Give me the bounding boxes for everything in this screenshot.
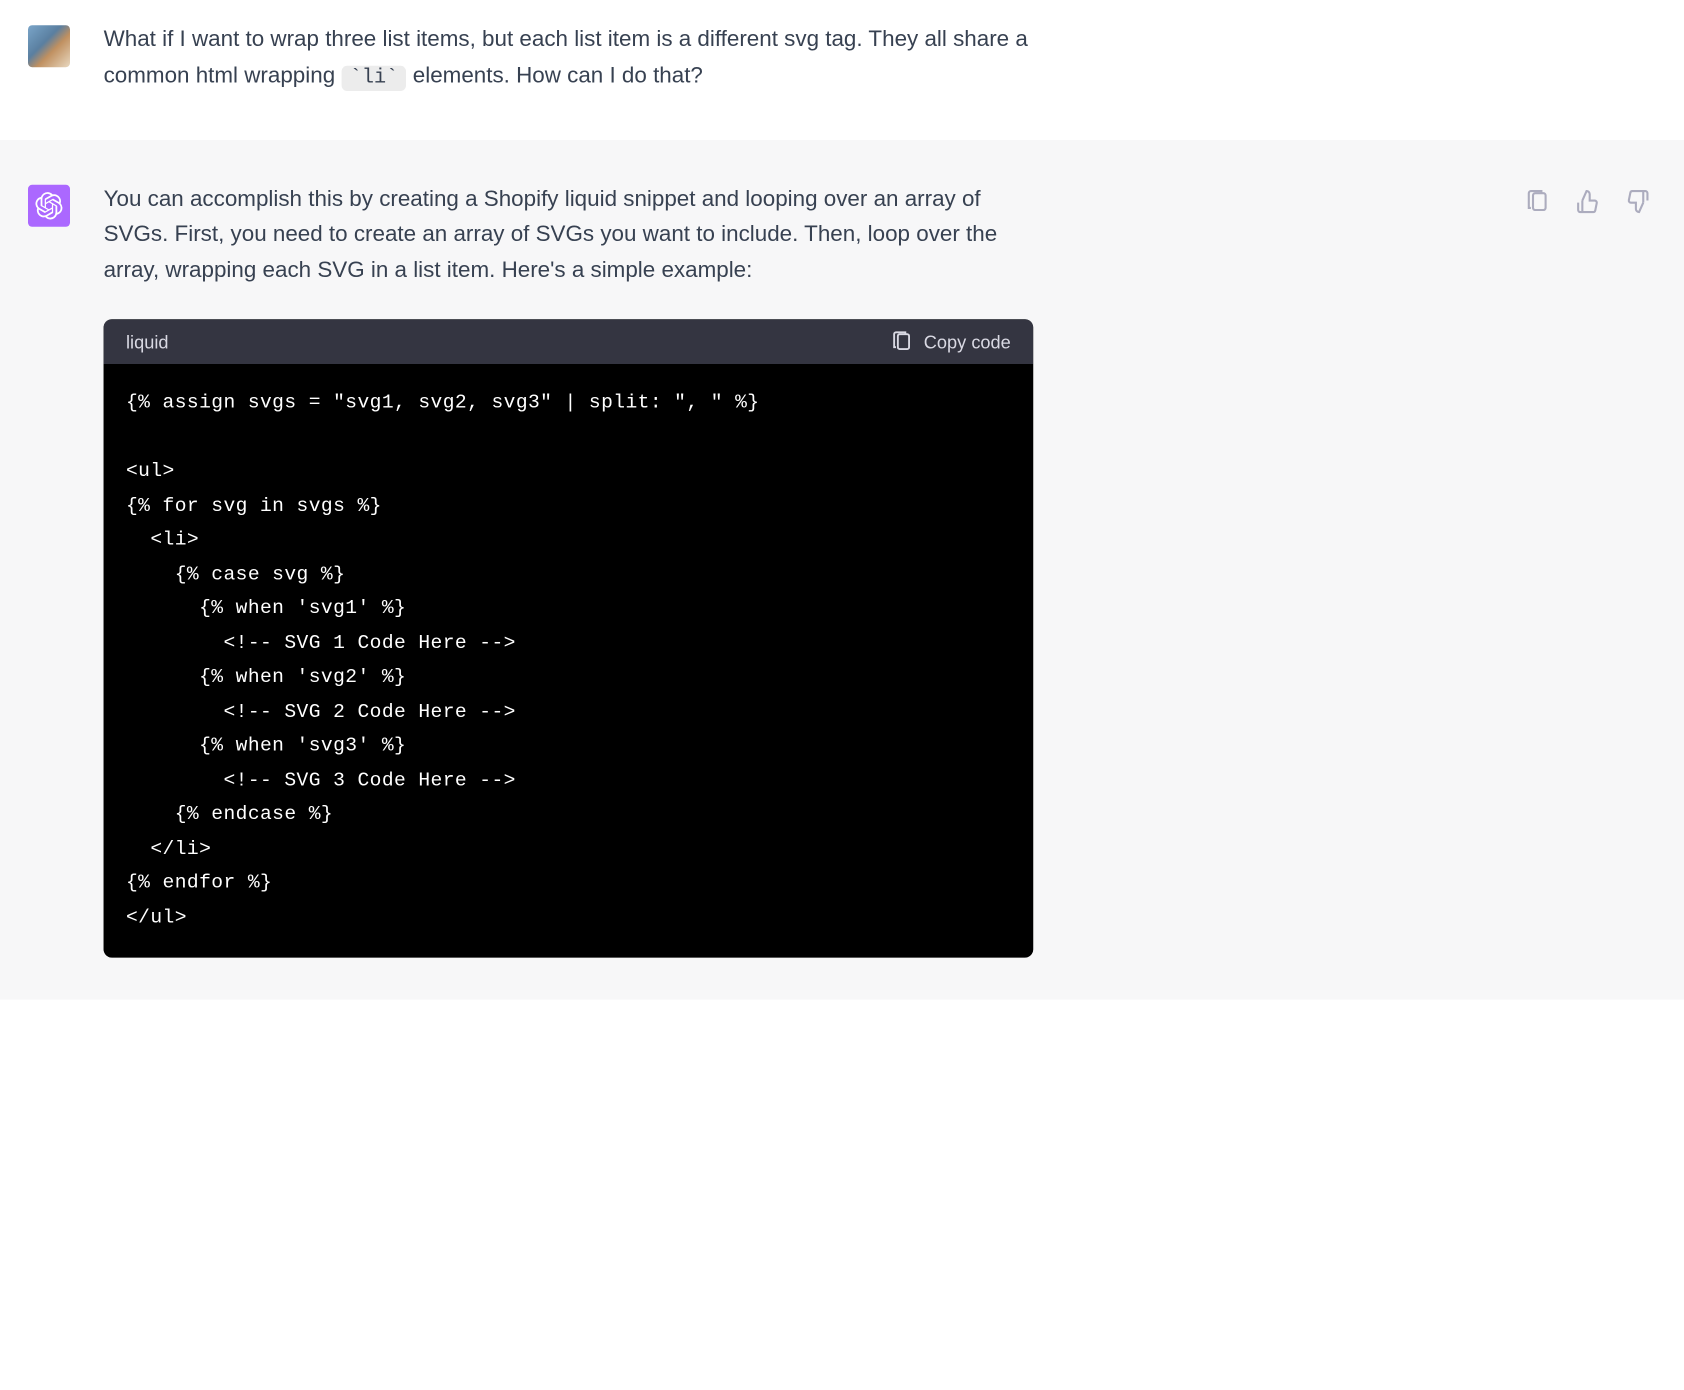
- code-language-label: liquid: [126, 332, 169, 353]
- user-avatar: [28, 25, 70, 67]
- thumbs-up-icon: [1575, 188, 1600, 213]
- inline-code: `li`: [341, 65, 406, 90]
- thumbs-down-icon: [1625, 188, 1650, 213]
- message-actions: [1490, 181, 1658, 958]
- clipboard-icon: [890, 331, 912, 353]
- code-header: liquid Copy code: [104, 320, 1034, 365]
- copy-code-label: Copy code: [924, 332, 1011, 353]
- assistant-message: You can accomplish this by creating a Sh…: [0, 139, 1684, 1000]
- thumbs-up-button[interactable]: [1568, 181, 1607, 220]
- thumbs-down-button[interactable]: [1618, 181, 1657, 220]
- copy-code-button[interactable]: Copy code: [890, 331, 1011, 353]
- code-content[interactable]: {% assign svgs = "svg1, svg2, svg3" | sp…: [104, 365, 1034, 959]
- user-message-text: What if I want to wrap three list items,…: [104, 22, 1034, 94]
- user-text-part2: elements. How can I do that?: [407, 64, 703, 88]
- assistant-intro-text: You can accomplish this by creating a Sh…: [104, 181, 1034, 288]
- clipboard-icon: [1525, 188, 1550, 213]
- code-block: liquid Copy code {% assign svgs = "svg1,…: [104, 320, 1034, 958]
- assistant-avatar: [28, 184, 70, 226]
- user-message: What if I want to wrap three list items,…: [0, 0, 1684, 139]
- copy-message-button[interactable]: [1518, 181, 1557, 220]
- openai-logo-icon: [35, 191, 63, 219]
